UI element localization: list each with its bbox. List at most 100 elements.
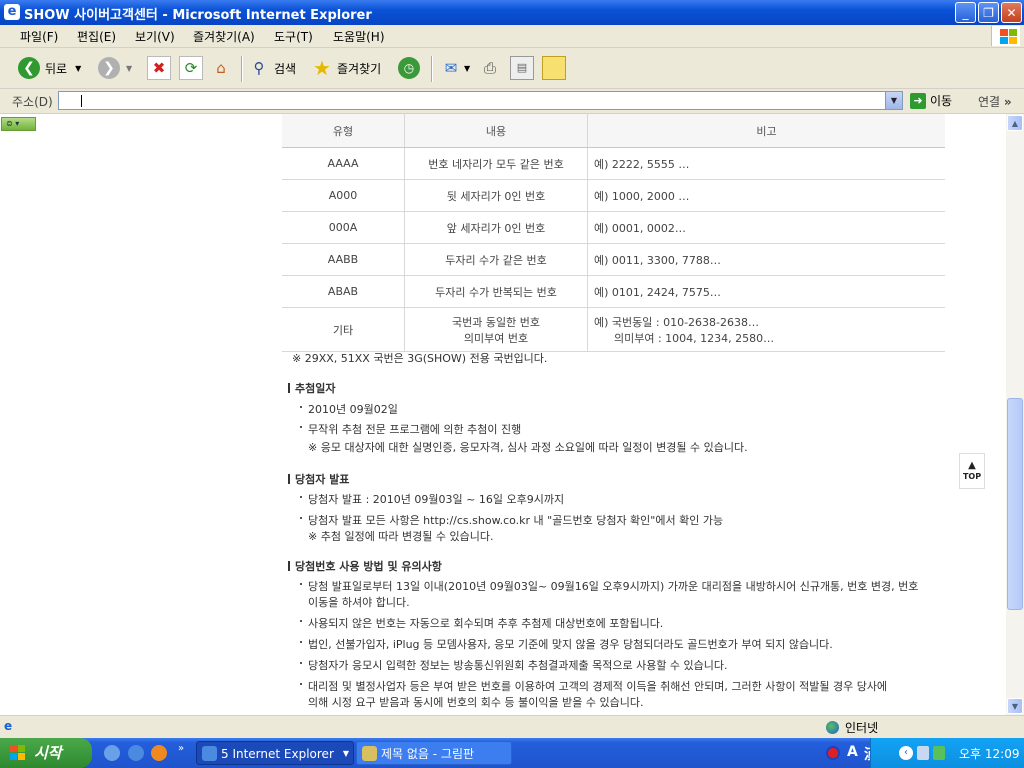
back-dropdown-icon[interactable]: ▼: [75, 64, 81, 73]
search-button[interactable]: ⚲ 검색: [248, 54, 297, 82]
task-label: 제목 없음 - 그림판: [381, 747, 475, 761]
menu-favorites[interactable]: 즐겨찾기(A): [193, 28, 255, 45]
close-button[interactable]: ✕: [1001, 2, 1022, 23]
cell-content: 국번과 동일한 번호 의미부여 번호: [404, 307, 588, 352]
back-button[interactable]: ❮ 뒤로 ▼: [18, 54, 81, 82]
tray-security-icon[interactable]: [917, 746, 929, 760]
quicklaunch-more-icon[interactable]: »: [178, 743, 184, 754]
list-item-note: ※ 응모 대상자에 대한 실명인증, 응모자격, 심사 과정 소요일에 따라 일…: [300, 439, 748, 455]
note-icon: [542, 56, 566, 80]
links-label: 연결: [978, 95, 1001, 109]
start-button[interactable]: 시작: [0, 738, 92, 768]
scroll-thumb[interactable]: [1007, 398, 1023, 610]
list-item: 당첨자 발표 모든 사항은 http://cs.show.co.kr 내 "골드…: [300, 512, 723, 528]
stop-icon: ✖: [147, 56, 171, 80]
favorites-button[interactable]: ★ 즐겨찾기: [311, 54, 381, 82]
security-zone: 인터넷: [826, 719, 878, 736]
print-button[interactable]: ⎙: [479, 54, 501, 82]
ie-page-icon: e: [4, 4, 20, 20]
forward-button[interactable]: ❯ ▼: [98, 54, 132, 82]
edit-button[interactable]: ▤: [510, 54, 534, 82]
list-item-text: 무작위 추첨 전문 프로그램에 의한 추첨이 진행: [308, 423, 522, 436]
list-item-text: 당첨 발표일로부터 13일 이내(2010년 09월03일~ 09월16일 오후…: [308, 580, 919, 593]
ie-icon: [202, 746, 217, 761]
status-bar: e 인터넷: [0, 715, 1024, 738]
system-tray: ‹ 오후 12:09: [870, 738, 1024, 768]
list-item-text: 법인, 선불가입자, iPlug 등 모뎀사용자, 응모 기준에 맞지 않을 경…: [308, 638, 833, 651]
discuss-button[interactable]: [542, 54, 566, 82]
stop-button[interactable]: ✖: [147, 54, 171, 82]
favorites-label: 즐겨찾기: [337, 61, 382, 76]
menu-file[interactable]: 파일(F): [20, 28, 58, 45]
address-input[interactable]: ▼: [58, 91, 903, 110]
go-button[interactable]: ➜ 이동: [910, 92, 952, 109]
cell-note: 예) 1000, 2000 …: [587, 179, 945, 212]
bullet-icon: [300, 517, 302, 519]
toolbar-separator: [431, 56, 433, 82]
list-item: 법인, 선불가입자, iPlug 등 모뎀사용자, 응모 기준에 맞지 않을 경…: [300, 636, 833, 652]
list-item-text: 2010년 09월02일: [308, 403, 398, 416]
list-item: 의해 시정 요구 받음과 동시에 번호의 회수 등 불이익을 받을 수 있습니다…: [300, 694, 643, 710]
bullet-icon: [300, 662, 302, 664]
task-paint[interactable]: 제목 없음 - 그림판: [356, 741, 512, 765]
forward-arrow-icon: ❯: [98, 57, 120, 79]
quicklaunch-desktop-icon[interactable]: [104, 745, 120, 761]
edit-page-icon: ▤: [510, 56, 534, 80]
top-button[interactable]: ▲ TOP: [959, 453, 985, 489]
menu-help[interactable]: 도움말(H): [333, 28, 385, 45]
refresh-button[interactable]: ⟳: [179, 54, 203, 82]
page-status-icon: e: [4, 719, 13, 733]
tray-app-icon[interactable]: [933, 746, 945, 760]
mail-icon: ✉: [444, 59, 458, 77]
cell-type: 기타: [282, 307, 405, 352]
taskbar: 시작 » 5 Internet Explorer ▼ 제목 없음 - 그림판 A…: [0, 738, 1024, 768]
scroll-down-button[interactable]: ▼: [1007, 698, 1023, 714]
list-item-text: 의해 시정 요구 받음과 동시에 번호의 회수 등 불이익을 받을 수 있습니다…: [308, 696, 644, 709]
quicklaunch-firefox-icon[interactable]: [151, 745, 167, 761]
internet-zone-icon: [826, 721, 839, 734]
cell-content: 두자리 수가 같은 번호: [404, 243, 588, 276]
back-arrow-icon: ❮: [18, 57, 40, 79]
bullet-icon: [300, 583, 302, 585]
page-plugin-button[interactable]: ⊜ ▾: [1, 117, 36, 131]
list-item: 2010년 09월02일: [300, 401, 398, 417]
up-arrow-icon: ▲: [968, 460, 976, 471]
task-group-arrow-icon: ▼: [342, 749, 349, 758]
menu-view[interactable]: 보기(V): [135, 28, 175, 45]
menu-tools[interactable]: 도구(T): [274, 28, 313, 45]
bullet-icon: [300, 641, 302, 643]
mail-button[interactable]: ✉ ▼: [440, 54, 470, 82]
menu-edit[interactable]: 편집(E): [77, 28, 116, 45]
cell-content: 앞 세자리가 0인 번호: [404, 211, 588, 244]
mail-dropdown-icon[interactable]: ▼: [464, 64, 470, 73]
paint-icon: [362, 746, 377, 761]
table-row: AABB 두자리 수가 같은 번호 예) 0011, 3300, 7788…: [282, 243, 945, 276]
list-item-text: 당첨자 발표 : 2010년 09월03일 ~ 16일 오후9시까지: [308, 493, 565, 506]
task-internet-explorer[interactable]: 5 Internet Explorer ▼: [196, 741, 354, 765]
go-label: 이동: [930, 94, 953, 108]
start-label: 시작: [34, 744, 62, 762]
history-icon: ◷: [398, 57, 420, 79]
home-button[interactable]: ⌂: [210, 54, 232, 82]
maximize-button[interactable]: ❐: [978, 2, 999, 23]
minimize-button[interactable]: _: [955, 2, 976, 23]
forward-dropdown-icon[interactable]: ▼: [126, 64, 132, 73]
scroll-up-button[interactable]: ▲: [1007, 115, 1023, 131]
address-dropdown-icon[interactable]: ▼: [885, 92, 902, 109]
bullet-icon: [300, 683, 302, 685]
links-button[interactable]: 연결 »: [978, 93, 1012, 110]
list-item-text: 대리점 및 별정사업자 등은 부여 받은 번호를 이용하여 고객의 경제적 이득…: [308, 680, 888, 693]
section-title-announce: 당첨자 발표: [288, 471, 349, 487]
history-button[interactable]: ◷: [398, 54, 420, 82]
refresh-icon: ⟳: [179, 56, 203, 80]
cell-note: 예) 국번동일 : 010-2638-2638… 의미부여 : 1004, 12…: [587, 307, 945, 352]
section-title-draw-date: 추첨일자: [288, 380, 335, 396]
tray-expand-icon[interactable]: ‹: [899, 746, 913, 760]
table-row: A000 뒷 세자리가 0인 번호 예) 1000, 2000 …: [282, 179, 945, 212]
vertical-scrollbar[interactable]: ▲ ▼: [1006, 114, 1024, 715]
language-icon[interactable]: [826, 746, 840, 760]
ime-mode-a[interactable]: A: [847, 744, 858, 760]
quicklaunch-ie-icon[interactable]: [128, 745, 144, 761]
cell-type: AABB: [282, 243, 405, 276]
list-item: 사용되지 않은 번호는 자동으로 회수되며 추후 추첨제 대상번호에 포함됩니다…: [300, 615, 663, 631]
